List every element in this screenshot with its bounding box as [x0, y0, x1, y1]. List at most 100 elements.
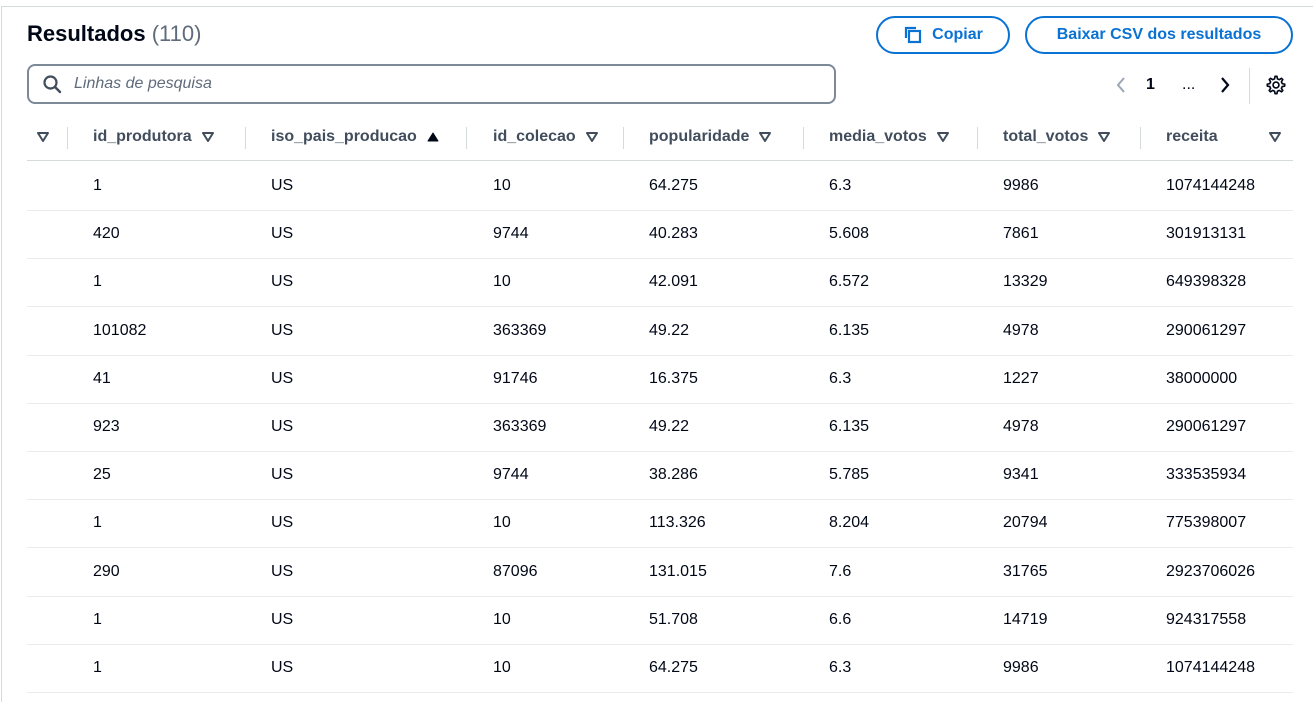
cell-iso-pais-producao: US: [271, 322, 294, 339]
column-header-label: media_votos: [829, 128, 927, 145]
column-header-label: id_produtora: [93, 128, 192, 145]
cell-id-colecao: 87096: [493, 563, 538, 580]
table-row: 923 US 363369 49.22 6.135 4978 290061297: [27, 403, 1293, 452]
copy-button-label: Copiar: [932, 26, 983, 43]
cell-iso-pais-producao: US: [271, 659, 294, 676]
sort-down-icon: [759, 132, 772, 142]
cell-media-votos: 8.204: [829, 514, 870, 531]
search-input[interactable]: [72, 74, 776, 94]
table-row: 101082 US 363369 49.22 6.135 4978 290061297: [27, 307, 1293, 356]
cell-total-votos: 9341: [1003, 466, 1039, 483]
search-icon: [42, 74, 62, 94]
cell-iso-pais-producao: US: [271, 466, 294, 483]
cell-id-colecao: 10: [493, 659, 511, 676]
cell-id-colecao: 363369: [493, 418, 547, 435]
cell-total-votos: 4978: [1003, 418, 1039, 435]
cell-id-produtora: 25: [93, 466, 111, 483]
cell-media-votos: 6.3: [829, 370, 852, 387]
column-divider: [466, 127, 467, 149]
cell-id-produtora: 420: [93, 225, 120, 242]
cell-receita: 333535934: [1166, 466, 1247, 483]
column-divider: [623, 127, 624, 149]
column-header-total-votos[interactable]: total_votos: [1003, 114, 1111, 160]
cell-popularidade: 42.091: [649, 273, 698, 290]
column-divider: [1140, 127, 1141, 149]
cell-popularidade: 64.275: [649, 659, 698, 676]
sort-down-icon: [936, 132, 949, 142]
column-header-label: iso_pais_producao: [271, 128, 417, 145]
cell-iso-pais-producao: US: [271, 514, 294, 531]
chevron-right-icon: [1221, 77, 1230, 93]
pagination-divider: [1249, 68, 1250, 104]
cell-id-produtora: 101082: [93, 322, 147, 339]
cell-id-produtora: 923: [93, 418, 120, 435]
cell-id-produtora: 290: [93, 563, 120, 580]
cell-total-votos: 14719: [1003, 611, 1048, 628]
cell-popularidade: 131.015: [649, 563, 707, 580]
cell-popularidade: 38.286: [649, 466, 698, 483]
column-header-id-produtora[interactable]: id_produtora: [93, 114, 214, 160]
copy-icon: [905, 26, 922, 44]
column-divider: [67, 127, 68, 149]
sort-down-icon: [1269, 132, 1281, 142]
column-divider: [245, 127, 246, 149]
select-column-toggle[interactable]: [37, 114, 49, 160]
cell-receita: 301913131: [1166, 225, 1247, 242]
cell-total-votos: 4978: [1003, 322, 1039, 339]
cell-iso-pais-producao: US: [271, 225, 294, 242]
page-number-button[interactable]: 1: [1146, 70, 1155, 100]
table-row: 1 US 10 64.275 6.3 9986 1074144248: [27, 644, 1293, 693]
results-title: Resultados: [27, 21, 146, 46]
cell-media-votos: 6.6: [829, 611, 852, 628]
cell-total-votos: 7861: [1003, 225, 1039, 242]
copy-button[interactable]: Copiar: [876, 16, 1010, 54]
table-row: 1 US 10 113.326 8.204 20794 775398007: [27, 499, 1293, 548]
cell-id-colecao: 10: [493, 273, 511, 290]
cell-popularidade: 49.22: [649, 418, 690, 435]
cell-popularidade: 49.22: [649, 322, 690, 339]
cell-id-produtora: 1: [93, 177, 102, 194]
download-csv-label: Baixar CSV dos resultados: [1056, 26, 1262, 43]
cell-media-votos: 6.135: [829, 322, 870, 339]
cell-receita: 38000000: [1166, 370, 1238, 387]
cell-popularidade: 16.375: [649, 370, 698, 387]
cell-iso-pais-producao: US: [271, 563, 294, 580]
cell-id-colecao: 9744: [493, 225, 529, 242]
cell-id-colecao: 363369: [493, 322, 547, 339]
cell-popularidade: 113.326: [649, 514, 706, 531]
cell-media-votos: 5.608: [829, 225, 870, 242]
preferences-button[interactable]: [1264, 70, 1288, 100]
sort-down-icon: [201, 132, 214, 142]
chevron-left-icon: [1116, 77, 1125, 93]
column-header-media-votos[interactable]: media_votos: [829, 114, 949, 160]
table-row: 1 US 10 42.091 6.572 13329 649398328: [27, 258, 1293, 307]
cell-popularidade: 51.708: [649, 611, 698, 628]
column-header-id-colecao[interactable]: id_colecao: [493, 114, 598, 160]
cell-id-colecao: 10: [493, 611, 511, 628]
cell-iso-pais-producao: US: [271, 418, 294, 435]
table-row: 25 US 9744 38.286 5.785 9341 333535934: [27, 451, 1293, 500]
cell-total-votos: 13329: [1003, 273, 1048, 290]
cell-receita: 2923706026: [1166, 563, 1255, 580]
cell-id-produtora: 1: [93, 659, 102, 676]
column-header-popularidade[interactable]: popularidade: [649, 114, 772, 160]
cell-popularidade: 40.283: [649, 225, 698, 242]
next-page-button[interactable]: [1214, 70, 1236, 100]
previous-page-button[interactable]: [1110, 70, 1132, 100]
column-header-label: total_votos: [1003, 128, 1089, 145]
column-header-receita[interactable]: receita: [1166, 114, 1293, 160]
cell-total-votos: 20794: [1003, 514, 1048, 531]
cell-media-votos: 7.6: [829, 563, 852, 580]
download-csv-button[interactable]: Baixar CSV dos resultados: [1025, 16, 1293, 54]
cell-receita: 924317558: [1166, 611, 1247, 628]
table-row: 1 US 10 64.275 6.3 9986 1074144248: [27, 162, 1293, 211]
cell-total-votos: 31765: [1003, 563, 1048, 580]
column-header-iso-pais-producao[interactable]: iso_pais_producao: [271, 114, 439, 160]
cell-id-colecao: 91746: [493, 370, 538, 387]
cell-iso-pais-producao: US: [271, 611, 294, 628]
cell-receita: 290061297: [1166, 322, 1247, 339]
sort-down-icon: [1098, 132, 1111, 142]
cell-media-votos: 6.3: [829, 177, 852, 194]
table-row: 290 US 87096 131.015 7.6 31765 2923706026: [27, 548, 1293, 597]
search-field[interactable]: [27, 64, 836, 104]
